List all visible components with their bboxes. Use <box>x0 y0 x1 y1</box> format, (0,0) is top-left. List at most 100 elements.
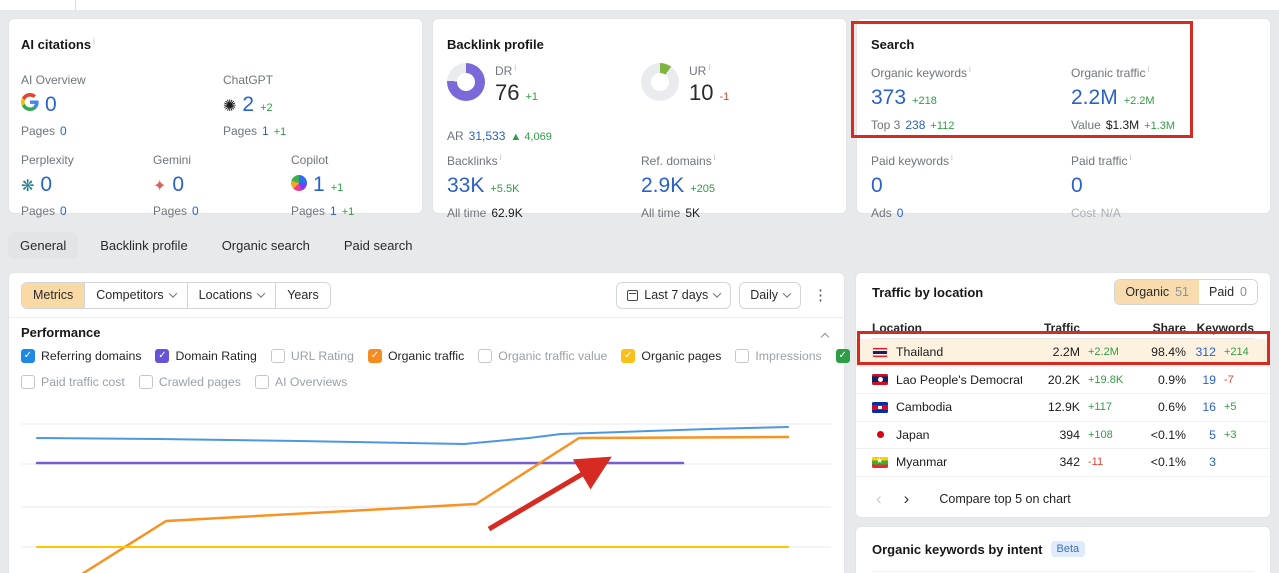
pages-value[interactable]: 0 <box>60 124 67 138</box>
chart-filter-group: Metrics Competitors Locations Years <box>21 281 331 309</box>
checkbox-icon: ✓ <box>155 349 170 363</box>
ref-domains-change: +205 <box>690 183 715 195</box>
table-row-cambodia[interactable]: Cambodia 12.9K +117 0.6% 16 +5 <box>856 394 1270 422</box>
ref-domains-block: Ref. domains i 2.9K +205 All time 5K <box>641 153 715 220</box>
ai-overview-label: AI Overview <box>21 73 86 87</box>
perplexity-value: 0 <box>40 173 53 196</box>
paid-keywords-block: Paid keywords i 0 Ads 0 <box>871 153 953 220</box>
info-icon[interactable]: i <box>500 153 502 162</box>
info-icon[interactable]: i <box>708 63 710 72</box>
chatgpt-block: ChatGPT ✺ 2 +2 Pages 1 +1 <box>223 73 286 138</box>
ads-value[interactable]: 0 <box>897 206 904 220</box>
red-arrow-annotation <box>487 456 612 532</box>
metric-checkbox-row-2: Paid traffic cost Crawled pages AI Overv… <box>21 375 834 389</box>
metric-crawled-pages[interactable]: Crawled pages <box>138 375 241 389</box>
keywords-by-intent-title: Organic keywords by intent <box>872 541 1043 557</box>
metric-ai-overviews[interactable]: AI Overviews <box>254 375 347 389</box>
thailand-flag-icon <box>872 346 888 358</box>
chevron-up-icon <box>820 332 830 342</box>
prev-page-icon[interactable]: ‹ <box>872 490 886 507</box>
info-icon[interactable]: i <box>714 153 716 162</box>
backlinks-block: Backlinks i 33K +5.5K All time 62.9K <box>447 153 523 220</box>
paid-keywords-label: Paid keywords <box>871 154 950 168</box>
pages-label: Pages <box>21 124 56 138</box>
info-icon[interactable]: i <box>93 37 95 46</box>
metric-referring-domains[interactable]: ✓ Referring domains <box>21 349 141 363</box>
toggle-paid[interactable]: Paid 0 <box>1199 280 1257 304</box>
compare-top5-link[interactable]: Compare top 5 on chart <box>939 492 1070 506</box>
locations-dropdown[interactable]: Locations <box>186 282 276 308</box>
info-icon[interactable]: i <box>1129 153 1131 162</box>
metric-impressions[interactable]: Impressions <box>735 349 822 363</box>
ar-value[interactable]: 31,533 <box>469 129 506 143</box>
dr-label: DR <box>495 64 513 78</box>
info-icon[interactable]: i <box>951 153 953 162</box>
table-row-laos[interactable]: Lao People's Democratic Reput 20.2K +19.… <box>856 367 1270 394</box>
chatgpt-value: 2 <box>242 93 255 116</box>
info-icon[interactable]: i <box>1147 65 1149 74</box>
organic-traffic-change: +2.2M <box>1123 95 1155 107</box>
pages-label: Pages <box>291 204 326 218</box>
years-button[interactable]: Years <box>275 282 330 308</box>
metric-organic-traffic[interactable]: ✓ Organic traffic <box>367 349 464 363</box>
metric-checkbox-row-1: ✓ Referring domains ✓ Domain Rating URL Ra… <box>21 349 914 363</box>
pages-value[interactable]: 1 <box>262 124 269 138</box>
pages-value[interactable]: 1 <box>330 204 337 218</box>
ref-domains-label: Ref. domains <box>641 154 712 168</box>
collapse-section-button[interactable] <box>820 329 830 343</box>
copilot-icon <box>291 175 307 191</box>
metrics-button[interactable]: Metrics <box>22 282 85 308</box>
metric-url-rating[interactable]: URL Rating <box>270 349 354 363</box>
toolbar-divider <box>9 317 844 318</box>
ref-domains-value[interactable]: 2.9K <box>641 174 684 198</box>
next-page-icon[interactable]: › <box>900 490 914 507</box>
alltime-label: All time <box>641 206 681 220</box>
ai-citations-card: AI citations i AI Overview 0 Pages 0 ChatG… <box>8 18 423 218</box>
date-range-dropdown[interactable]: Last 7 days <box>616 281 732 309</box>
competitors-dropdown[interactable]: Competitors <box>84 282 187 308</box>
metric-organic-traffic-value[interactable]: Organic traffic value <box>478 349 607 363</box>
ar-label: AR <box>447 129 464 143</box>
tab-backlink-profile[interactable]: Backlink profile <box>88 232 199 259</box>
cost-label: Cost <box>1071 206 1096 220</box>
traffic-by-location-title: Traffic by location <box>872 285 984 300</box>
info-icon[interactable]: i <box>514 63 516 72</box>
table-row-thailand[interactable]: Thailand 2.2M +2.2M 98.4% 312 +214 <box>856 339 1270 367</box>
organic-traffic-block: Organic traffic i 2.2M +2.2M Value $1.3M +1.… <box>1071 65 1175 132</box>
paid-traffic-label: Paid traffic <box>1071 154 1128 168</box>
toggle-organic[interactable]: Organic 51 <box>1115 280 1200 304</box>
cost-value: N/A <box>1100 206 1121 220</box>
backlinks-value[interactable]: 33K <box>447 174 484 198</box>
paid-keywords-value[interactable]: 0 <box>871 174 883 198</box>
pages-value[interactable]: 0 <box>192 204 199 218</box>
gemini-block: Gemini ✦ 0 Pages 0 <box>153 153 199 218</box>
backlinks-change: +5.5K <box>490 183 520 195</box>
performance-chart[interactable] <box>9 396 844 573</box>
paid-traffic-value[interactable]: 0 <box>1071 174 1083 198</box>
metric-organic-pages[interactable]: ✓ Organic pages <box>621 349 721 363</box>
ar-change: ▲ 4,069 <box>510 131 552 143</box>
japan-flag-icon <box>872 429 888 441</box>
ahrefs-rank-row: AR 31,533 ▲ 4,069 <box>447 129 552 143</box>
perplexity-icon: ❋ <box>21 178 35 195</box>
more-options-icon[interactable]: ⋮ <box>809 286 832 304</box>
granularity-dropdown[interactable]: Daily <box>739 281 801 309</box>
pages-value[interactable]: 0 <box>60 204 67 218</box>
tab-general[interactable]: General <box>8 232 79 259</box>
organic-keywords-value[interactable]: 373 <box>871 86 906 110</box>
ai-citations-title: AI citations <box>21 37 92 52</box>
checkbox-icon <box>21 375 35 389</box>
table-row-myanmar[interactable]: Myanmar 342 -11 <0.1% 3 <box>856 449 1270 477</box>
top3-value[interactable]: 238 <box>905 118 925 132</box>
chart-series-lines <box>35 426 790 573</box>
info-icon[interactable]: i <box>969 65 971 74</box>
tab-organic-search[interactable]: Organic search <box>210 232 322 259</box>
metric-domain-rating[interactable]: ✓ Domain Rating <box>155 349 257 363</box>
value-amount: $1.3M <box>1105 118 1140 132</box>
traffic-by-location-card: Traffic by location Organic 51 Paid 0 Loca… <box>855 272 1271 518</box>
metric-paid-traffic-cost[interactable]: Paid traffic cost <box>21 375 125 389</box>
chatgpt-change: +2 <box>260 102 273 114</box>
tab-paid-search[interactable]: Paid search <box>332 232 425 259</box>
table-row-japan[interactable]: Japan 394 +108 <0.1% 5 +3 <box>856 422 1270 449</box>
organic-traffic-value[interactable]: 2.2M <box>1071 86 1118 110</box>
